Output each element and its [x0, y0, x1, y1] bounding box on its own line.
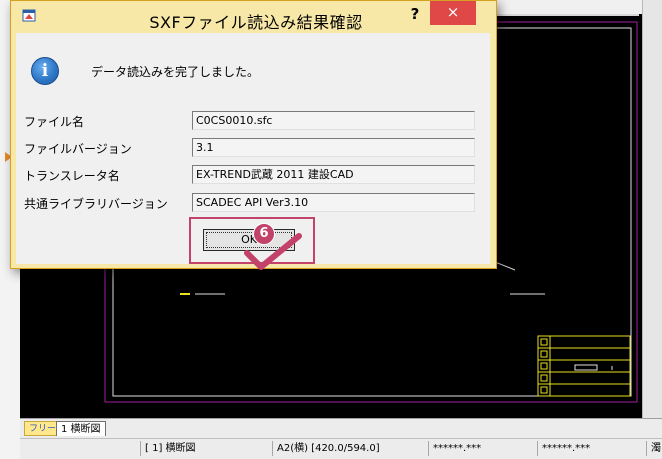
status-paper-size: A2(横) [420.0/594.0] — [272, 441, 422, 456]
info-icon: i — [31, 57, 59, 85]
sheet-tab-bar: フリー 1 横断図 — [20, 418, 662, 438]
checkmark-icon — [244, 233, 302, 270]
title-block — [537, 335, 631, 397]
app-icon — [22, 9, 36, 22]
help-button[interactable]: ? — [404, 4, 426, 24]
dialog-client-area: i データ読込みを完了しました。 ファイル名 C0CS0010.sfc ファイル… — [16, 33, 490, 270]
dialog-title-bar[interactable]: SXFファイル読込み結果確認 ? × — [11, 1, 496, 33]
vertical-scrollbar[interactable] — [642, 0, 662, 418]
status-coord-y: ******.*** — [537, 441, 642, 456]
file-version-field: 3.1 — [192, 138, 475, 157]
file-version-label: ファイルバージョン — [24, 142, 132, 156]
translator-name-label: トランスレータ名 — [24, 169, 120, 183]
file-name-field: C0CS0010.sfc — [192, 111, 475, 130]
completion-message: データ読込みを完了しました。 — [91, 65, 260, 79]
status-layer: [ 1] 横断図 — [140, 441, 270, 456]
translator-name-field: EX-TREND武蔵 2011 建設CAD — [192, 165, 475, 184]
status-bar: [ 1] 横断図 A2(横) [420.0/594.0] ******.*** … — [20, 438, 662, 459]
close-button[interactable]: × — [430, 1, 476, 25]
library-version-label: 共通ライブラリバージョン — [24, 197, 168, 211]
status-coord-x: ******.*** — [428, 441, 533, 456]
status-extra: 濁 — [646, 441, 662, 456]
dialog-title: SXFファイル読込み結果確認 — [149, 13, 363, 32]
file-name-label: ファイル名 — [24, 115, 85, 129]
sxf-import-result-dialog: SXFファイル読込み結果確認 ? × i データ読込みを完了しました。 ファイル… — [10, 0, 497, 270]
tab-sheet-1[interactable]: 1 横断図 — [56, 421, 106, 436]
library-version-field: SCADEC API Ver3.10 — [192, 193, 475, 212]
